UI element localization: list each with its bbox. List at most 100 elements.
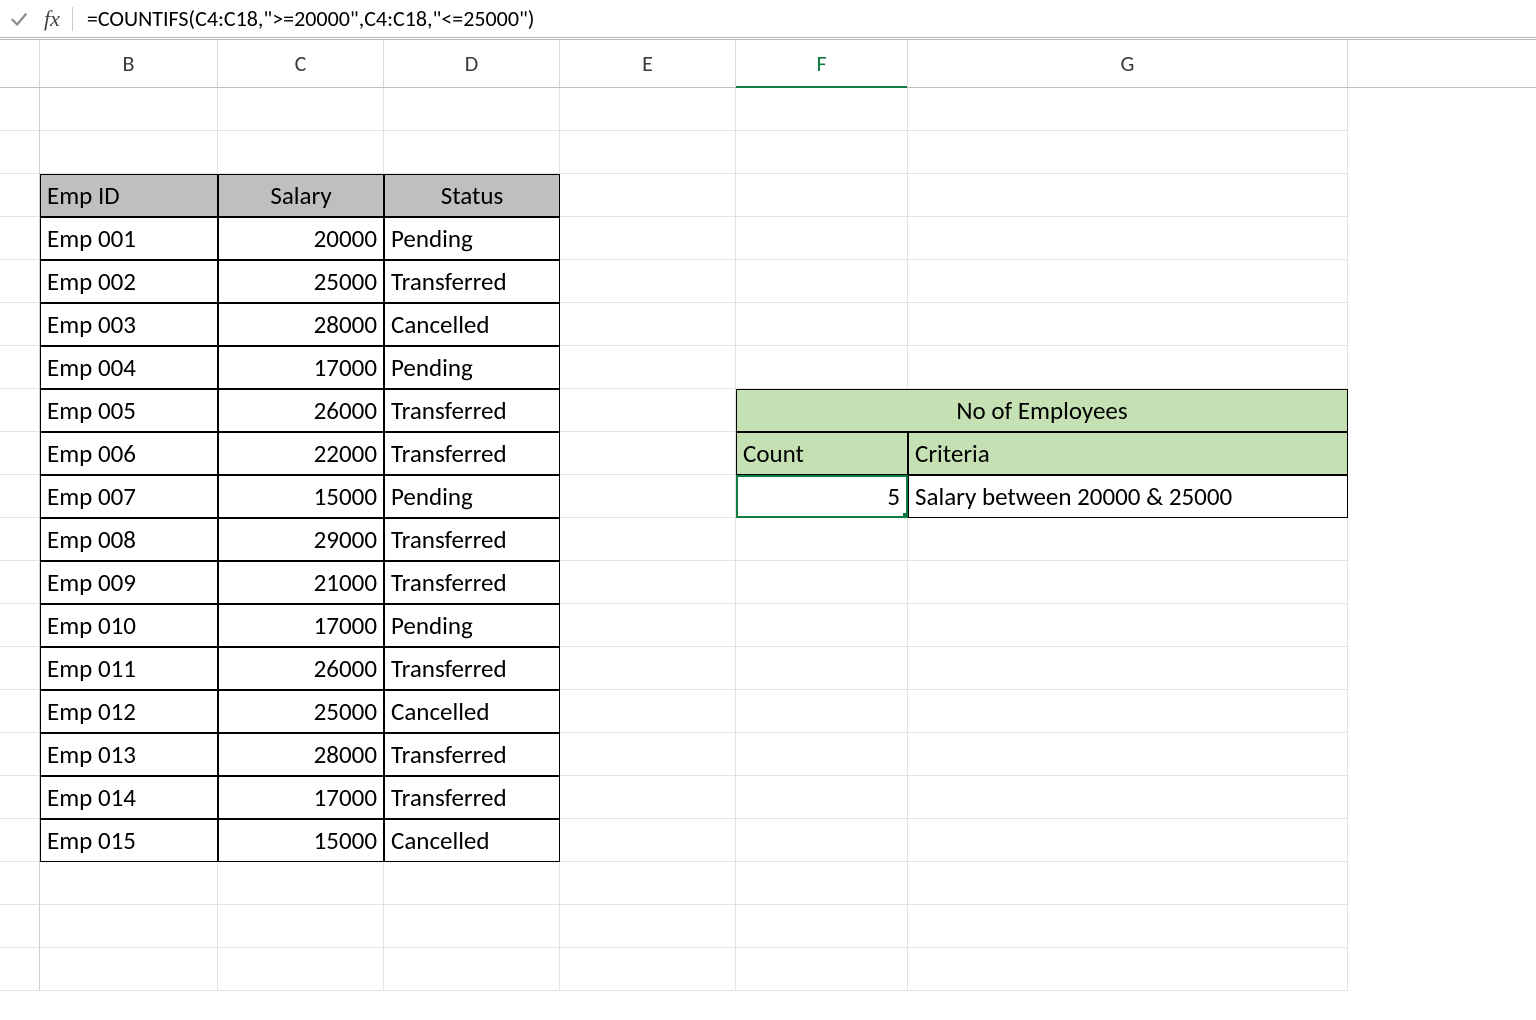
cell[interactable] <box>384 948 560 991</box>
table-row[interactable]: 26000 <box>218 647 384 690</box>
cell[interactable] <box>908 88 1348 131</box>
formula-input[interactable]: =COUNTIFS(C4:C18,">=20000",C4:C18,"<=250… <box>87 5 535 32</box>
cell[interactable] <box>560 131 736 174</box>
cell[interactable] <box>908 518 1348 561</box>
table-row[interactable]: 21000 <box>218 561 384 604</box>
cell[interactable] <box>736 604 908 647</box>
select-all-corner[interactable] <box>0 40 40 87</box>
table-row[interactable]: 20000 <box>218 217 384 260</box>
cell[interactable] <box>40 862 218 905</box>
cell[interactable] <box>560 690 736 733</box>
spreadsheet-grid[interactable]: Emp ID Salary Status Emp 001 20000 Pendi… <box>0 88 1536 991</box>
cell[interactable] <box>908 948 1348 991</box>
cell[interactable] <box>218 862 384 905</box>
header-salary[interactable]: Salary <box>218 174 384 217</box>
table-row[interactable]: Emp 003 <box>40 303 218 346</box>
cell[interactable] <box>560 217 736 260</box>
summary-criteria-value[interactable]: Salary between 20000 & 25000 <box>908 475 1348 518</box>
table-row[interactable]: 26000 <box>218 389 384 432</box>
header-status[interactable]: Status <box>384 174 560 217</box>
col-header-c[interactable]: C <box>218 40 384 87</box>
table-row[interactable]: Emp 008 <box>40 518 218 561</box>
cell[interactable] <box>736 346 908 389</box>
cell[interactable] <box>560 174 736 217</box>
cell[interactable] <box>560 948 736 991</box>
summary-count-value[interactable]: 5 <box>736 475 908 518</box>
table-row[interactable]: Transferred <box>384 518 560 561</box>
col-header-f[interactable]: F <box>736 40 908 87</box>
table-row[interactable]: Transferred <box>384 389 560 432</box>
summary-count-label[interactable]: Count <box>736 432 908 475</box>
col-header-d[interactable]: D <box>384 40 560 87</box>
cell[interactable] <box>736 905 908 948</box>
table-row[interactable]: Transferred <box>384 561 560 604</box>
fx-label[interactable]: fx <box>44 6 60 32</box>
cell[interactable] <box>736 819 908 862</box>
table-row[interactable]: Transferred <box>384 733 560 776</box>
cell[interactable] <box>560 647 736 690</box>
table-row[interactable]: 28000 <box>218 303 384 346</box>
cell[interactable] <box>736 174 908 217</box>
cell[interactable] <box>908 776 1348 819</box>
table-row[interactable]: Pending <box>384 217 560 260</box>
cell[interactable] <box>560 604 736 647</box>
cell[interactable] <box>736 948 908 991</box>
table-row[interactable]: Emp 012 <box>40 690 218 733</box>
cell[interactable] <box>736 260 908 303</box>
summary-criteria-label[interactable]: Criteria <box>908 432 1348 475</box>
table-row[interactable]: Emp 015 <box>40 819 218 862</box>
header-empid[interactable]: Emp ID <box>40 174 218 217</box>
table-row[interactable]: 22000 <box>218 432 384 475</box>
cell[interactable] <box>908 862 1348 905</box>
col-header-e[interactable]: E <box>560 40 736 87</box>
cell[interactable] <box>908 733 1348 776</box>
cell[interactable] <box>40 948 218 991</box>
cell[interactable] <box>218 948 384 991</box>
table-row[interactable]: Emp 013 <box>40 733 218 776</box>
cell[interactable] <box>736 862 908 905</box>
cell[interactable] <box>908 217 1348 260</box>
table-row[interactable]: Emp 004 <box>40 346 218 389</box>
table-row[interactable]: Emp 011 <box>40 647 218 690</box>
table-row[interactable]: Emp 010 <box>40 604 218 647</box>
table-row[interactable]: Emp 007 <box>40 475 218 518</box>
summary-title[interactable]: No of Employees <box>736 389 1348 432</box>
table-row[interactable]: 17000 <box>218 346 384 389</box>
cell[interactable] <box>384 905 560 948</box>
table-row[interactable]: Emp 009 <box>40 561 218 604</box>
table-row[interactable]: Emp 006 <box>40 432 218 475</box>
cell[interactable] <box>736 303 908 346</box>
table-row[interactable]: 28000 <box>218 733 384 776</box>
cell[interactable] <box>560 733 736 776</box>
cell[interactable] <box>908 260 1348 303</box>
table-row[interactable]: 15000 <box>218 475 384 518</box>
cell[interactable] <box>40 131 218 174</box>
table-row[interactable]: 17000 <box>218 604 384 647</box>
table-row[interactable]: Transferred <box>384 647 560 690</box>
cell[interactable] <box>908 819 1348 862</box>
table-row[interactable]: Transferred <box>384 432 560 475</box>
cell[interactable] <box>908 174 1348 217</box>
cell[interactable] <box>908 561 1348 604</box>
table-row[interactable]: Emp 014 <box>40 776 218 819</box>
cell[interactable] <box>736 561 908 604</box>
cell[interactable] <box>384 131 560 174</box>
table-row[interactable]: Transferred <box>384 776 560 819</box>
cell[interactable] <box>560 88 736 131</box>
cell[interactable] <box>560 303 736 346</box>
cell[interactable] <box>908 647 1348 690</box>
cell[interactable] <box>560 432 736 475</box>
cell[interactable] <box>384 862 560 905</box>
cell[interactable] <box>218 88 384 131</box>
table-row[interactable]: Transferred <box>384 260 560 303</box>
cell[interactable] <box>736 88 908 131</box>
cell[interactable] <box>736 131 908 174</box>
table-row[interactable]: 15000 <box>218 819 384 862</box>
cell[interactable] <box>736 647 908 690</box>
cell[interactable] <box>908 690 1348 733</box>
cell[interactable] <box>560 776 736 819</box>
cell[interactable] <box>218 905 384 948</box>
table-row[interactable]: Cancelled <box>384 303 560 346</box>
cell[interactable] <box>736 690 908 733</box>
cell[interactable] <box>40 88 218 131</box>
